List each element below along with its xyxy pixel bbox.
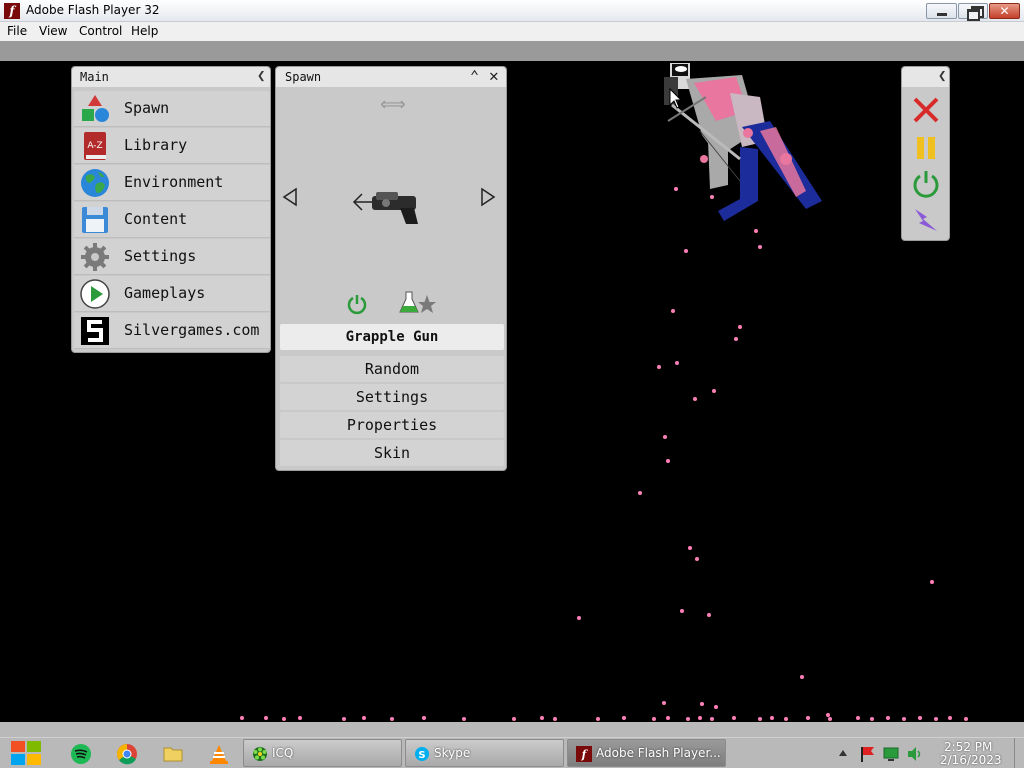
- menu-view[interactable]: View: [39, 24, 67, 38]
- volume-icon[interactable]: [906, 745, 924, 763]
- settings-button[interactable]: Settings: [280, 384, 504, 410]
- main-item-spawn[interactable]: Spawn: [74, 91, 270, 127]
- chevron-up-icon[interactable]: ⌃: [470, 67, 479, 85]
- task-label: Adobe Flash Player...: [596, 746, 721, 760]
- flask-star-icon[interactable]: [398, 290, 436, 316]
- close-window-button[interactable]: [989, 3, 1020, 19]
- menu-help[interactable]: Help: [131, 24, 158, 38]
- tray-expand-icon[interactable]: [838, 748, 848, 758]
- spawn-panel: Spawn ⌃ ✕ ⟺ Grapple Gun Random Settings …: [275, 66, 507, 471]
- action-center-flag-icon[interactable]: [858, 745, 876, 763]
- task-label: Skype: [434, 746, 471, 760]
- close-icon[interactable]: ✕: [489, 66, 499, 85]
- selected-item-name[interactable]: Grapple Gun: [280, 324, 504, 350]
- chrome-icon[interactable]: [116, 743, 138, 765]
- task-skype[interactable]: S Skype: [405, 739, 564, 767]
- main-item-gameplays[interactable]: Gameplays: [74, 276, 270, 312]
- main-item-label: Gameplays: [124, 284, 206, 302]
- library-book-icon: A-Z: [84, 132, 106, 160]
- spawn-panel-title: Spawn: [285, 70, 322, 84]
- spawn-shapes-icon: [82, 95, 109, 122]
- ragdoll-figure[interactable]: [664, 63, 822, 221]
- main-item-label: Silvergames.com: [124, 321, 260, 339]
- task-label: ICQ: [272, 746, 294, 760]
- title-bar[interactable]: f Adobe Flash Player 32: [0, 0, 1024, 22]
- grapple-gun-icon: [352, 192, 418, 224]
- menu-file[interactable]: File: [7, 24, 27, 38]
- main-collapse-icon[interactable]: ❮: [257, 68, 265, 84]
- power-toggle-icon[interactable]: [346, 293, 368, 315]
- vlc-icon[interactable]: [208, 743, 230, 765]
- close-x-icon[interactable]: [911, 95, 941, 125]
- main-item-label: Spawn: [124, 99, 170, 117]
- globe-icon: [81, 169, 109, 197]
- svg-text:S: S: [418, 750, 425, 761]
- main-panel: Main ❮ Spawn A-Z Library Environment Con…: [71, 66, 271, 353]
- library-badge-text: A-Z: [87, 141, 102, 151]
- lightning-icon[interactable]: [911, 205, 941, 235]
- icq-icon: [253, 747, 267, 761]
- game-floor: [0, 722, 1024, 737]
- main-item-label: Content: [124, 210, 188, 228]
- pause-icon[interactable]: [911, 133, 941, 163]
- game-top-bar: [0, 41, 1024, 61]
- minimize-button[interactable]: [926, 3, 957, 19]
- main-item-environment[interactable]: Environment: [74, 165, 270, 201]
- clock-date[interactable]: 2/16/2023: [940, 753, 1002, 767]
- main-panel-header: Main ❮: [72, 67, 270, 87]
- main-item-settings[interactable]: Settings: [74, 239, 270, 275]
- random-button[interactable]: Random: [280, 356, 504, 382]
- next-item-button[interactable]: [480, 187, 496, 207]
- restore-button[interactable]: [958, 3, 988, 21]
- control-collapse-icon[interactable]: ❮: [938, 68, 946, 84]
- task-flash-player[interactable]: f Adobe Flash Player...: [567, 739, 726, 767]
- main-item-silvergames[interactable]: Silvergames.com: [74, 313, 270, 349]
- play-icon: [80, 279, 110, 309]
- main-panel-title: Main: [80, 70, 109, 84]
- menu-control[interactable]: Control: [79, 24, 122, 38]
- windows-start-icon[interactable]: [8, 738, 44, 768]
- main-item-label: Library: [124, 136, 188, 154]
- task-icq[interactable]: ICQ: [243, 739, 402, 767]
- previous-item-button[interactable]: [282, 187, 298, 207]
- skype-icon: S: [415, 747, 429, 761]
- spawn-panel-header: Spawn ⌃ ✕: [276, 66, 506, 87]
- floppy-disk-icon: [82, 207, 108, 233]
- gear-icon: [81, 243, 109, 271]
- folder-icon[interactable]: [162, 743, 184, 765]
- flash-player-icon: f: [576, 746, 592, 762]
- menu-bar: File View Control Help: [0, 22, 1024, 41]
- main-item-label: Settings: [124, 247, 197, 265]
- control-panel: ❮: [901, 66, 950, 241]
- network-icon[interactable]: [882, 745, 900, 763]
- show-desktop-button[interactable]: [1014, 738, 1024, 768]
- main-item-label: Environment: [124, 173, 224, 191]
- window-title: Adobe Flash Player 32: [26, 3, 160, 17]
- move-arrow-icon[interactable]: ⟺: [380, 94, 406, 115]
- power-icon[interactable]: [911, 169, 941, 199]
- taskbar: ICQ S Skype f Adobe Flash Player... 2:52…: [0, 737, 1024, 768]
- clock-time[interactable]: 2:52 PM: [944, 740, 992, 754]
- silvergames-logo-icon: [81, 317, 109, 345]
- spotify-icon[interactable]: [70, 743, 92, 765]
- main-item-content[interactable]: Content: [74, 202, 270, 238]
- skin-button[interactable]: Skin: [280, 440, 504, 466]
- properties-button[interactable]: Properties: [280, 412, 504, 438]
- control-panel-header: ❮: [902, 67, 949, 87]
- main-item-library[interactable]: A-Z Library: [74, 128, 270, 164]
- flash-app-icon[interactable]: f: [4, 3, 20, 19]
